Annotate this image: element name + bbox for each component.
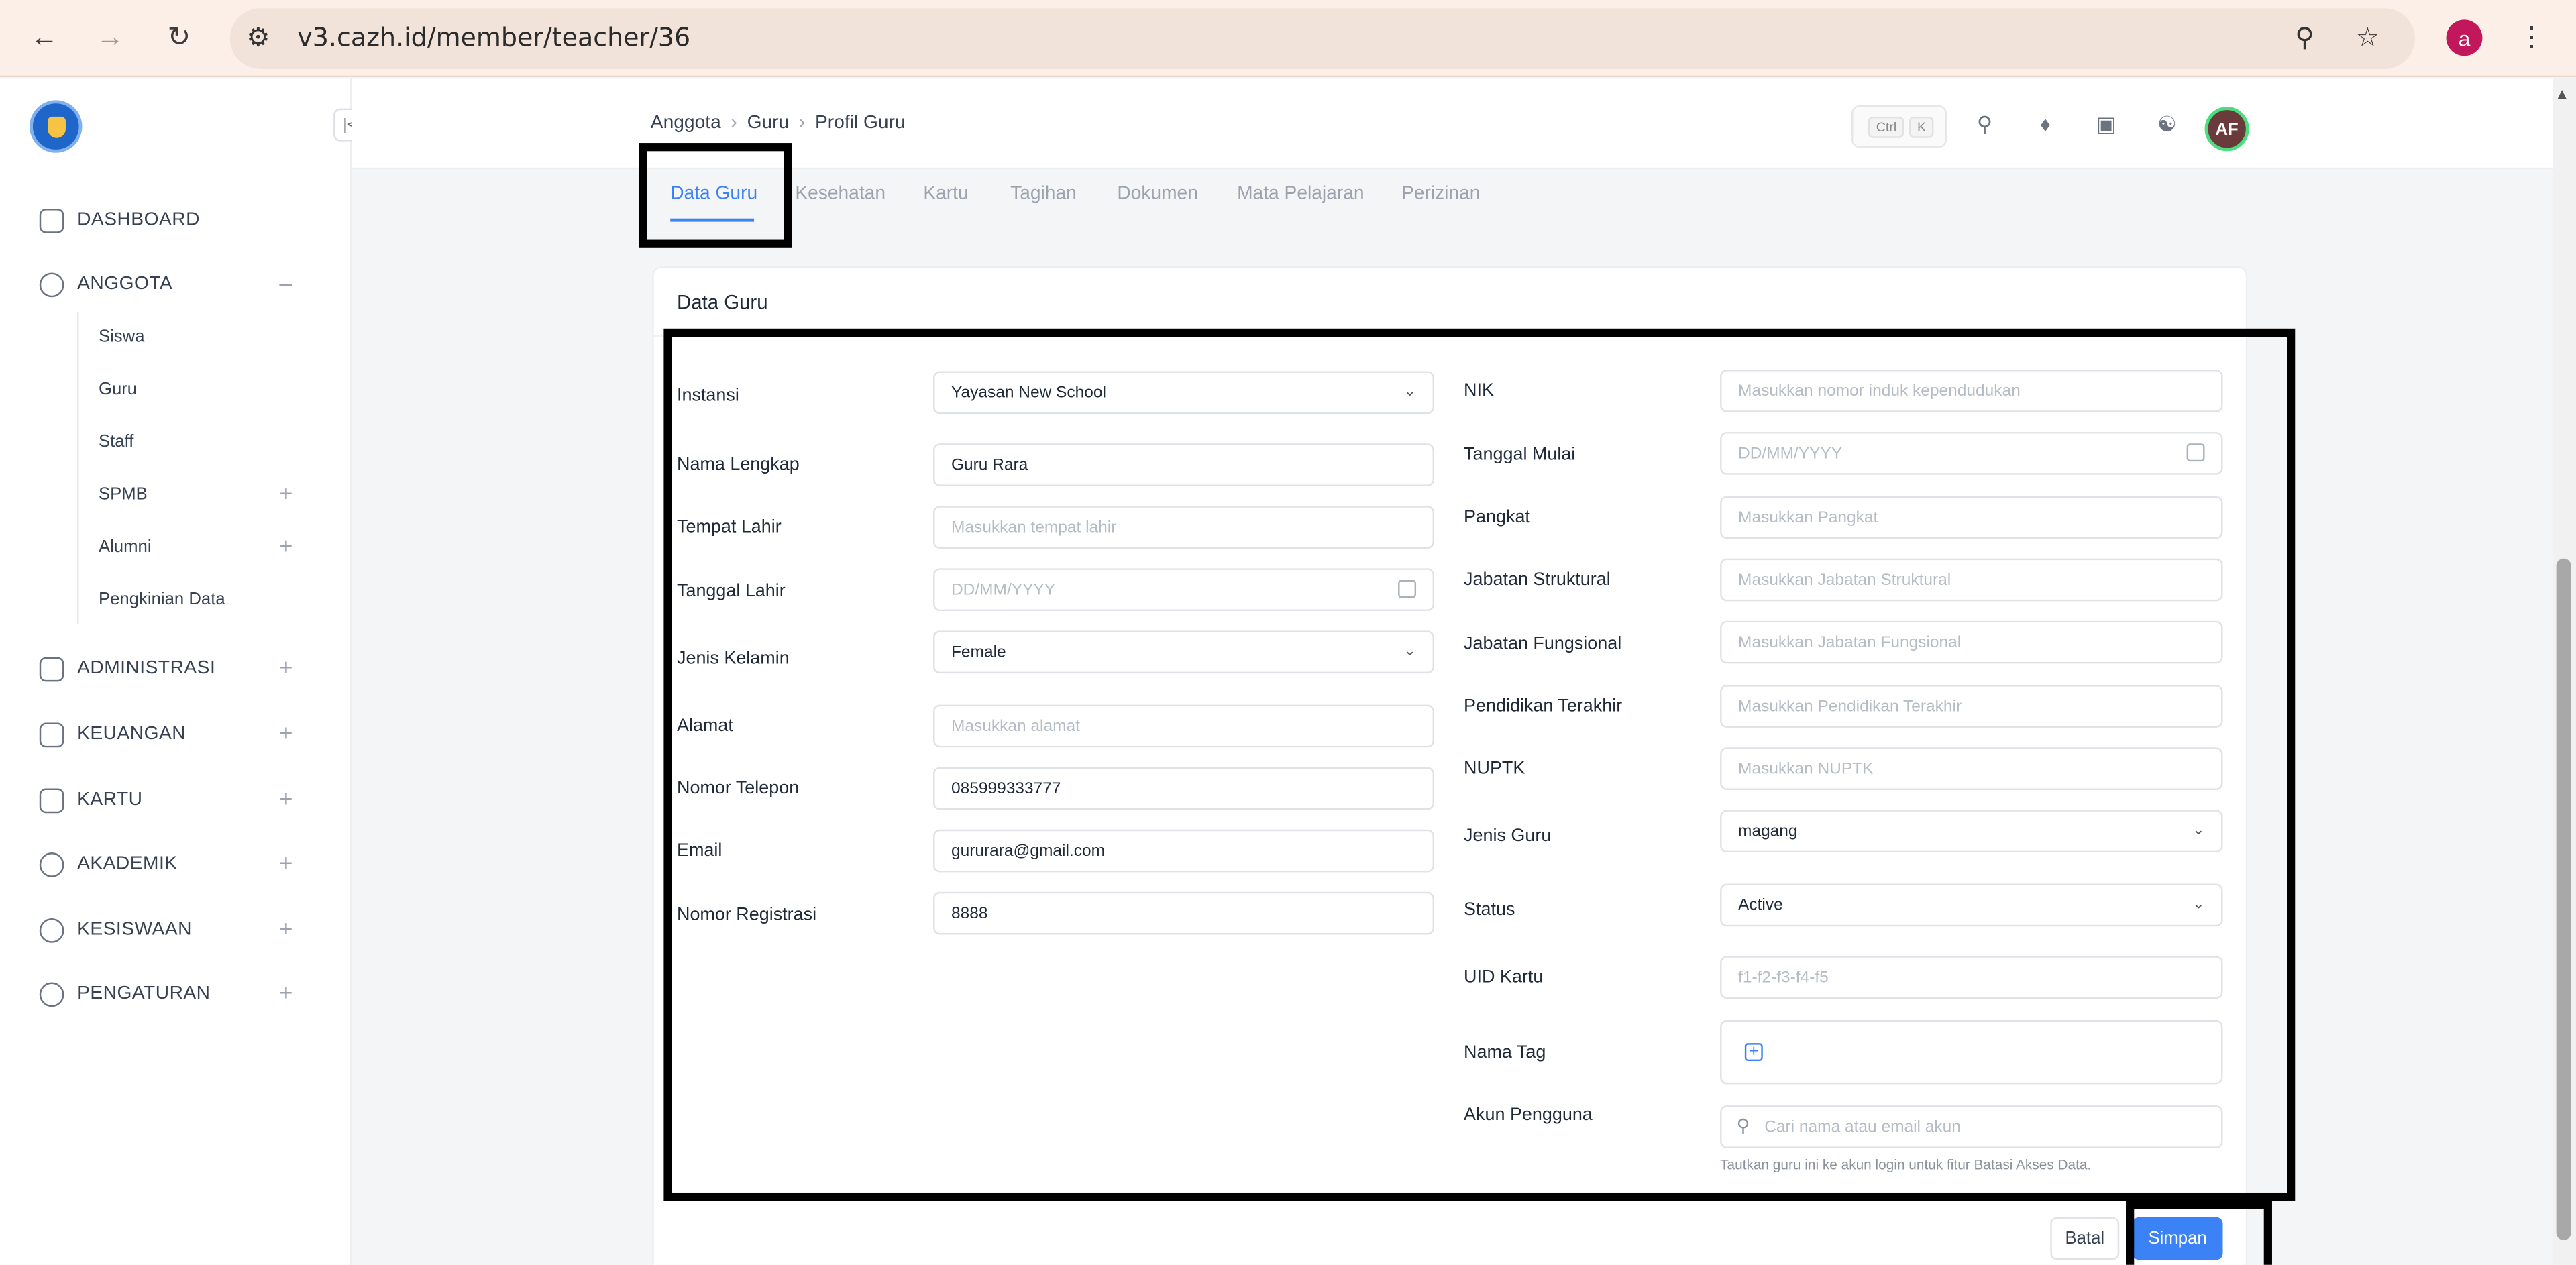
badge-icon bbox=[39, 918, 64, 943]
zoom-icon[interactable]: ⚲ bbox=[2295, 21, 2314, 54]
highlight-form bbox=[663, 328, 2296, 1201]
address-bar[interactable]: ⚙ v3.cazh.id/member/teacher/36 ⚲ ☆ bbox=[229, 8, 2416, 69]
expand-icon[interactable]: + bbox=[279, 915, 292, 941]
bookmark-star-icon[interactable]: ☆ bbox=[2356, 21, 2379, 54]
cancel-button[interactable]: Batal bbox=[2050, 1217, 2120, 1260]
expand-icon[interactable]: + bbox=[279, 720, 292, 746]
card-icon bbox=[39, 788, 64, 814]
search-icon[interactable]: ⚲ bbox=[1973, 113, 1996, 136]
expand-icon[interactable]: + bbox=[279, 849, 292, 875]
academic-icon bbox=[39, 852, 64, 877]
bell-icon[interactable]: ♦ bbox=[2034, 113, 2057, 136]
scroll-up-icon[interactable]: ▲ bbox=[2555, 85, 2569, 101]
money-icon bbox=[39, 722, 64, 748]
sidebar-item-label: DASHBOARD bbox=[77, 210, 200, 230]
collapse-icon[interactable]: – bbox=[279, 270, 292, 296]
sidebar-item-pengaturan[interactable]: PENGATURAN + bbox=[0, 976, 329, 1015]
tab-kesehatan[interactable]: Kesehatan bbox=[795, 184, 885, 203]
sidebar-item-label: KEUANGAN bbox=[77, 724, 186, 745]
scrollbar-thumb[interactable] bbox=[2556, 558, 2571, 1240]
grid-icon bbox=[39, 209, 64, 233]
sidebar: |< DASHBOARD ANGGOTA – Siswa Guru Staff … bbox=[0, 78, 367, 1265]
sidebar-item-label: AKADEMIK bbox=[77, 854, 178, 874]
card-title: Data Guru bbox=[676, 290, 768, 314]
school-logo[interactable] bbox=[30, 100, 83, 153]
sidebar-subitem-spmb[interactable]: SPMB bbox=[99, 484, 148, 504]
expand-icon[interactable]: + bbox=[279, 979, 292, 1005]
folder-icon bbox=[39, 657, 64, 682]
breadcrumb-guru[interactable]: Guru bbox=[747, 113, 790, 133]
tab-dokumen[interactable]: Dokumen bbox=[1117, 184, 1198, 203]
tab-kartu[interactable]: Kartu bbox=[923, 184, 968, 203]
highlight-tab bbox=[639, 143, 792, 248]
browser-profile-avatar[interactable]: a bbox=[2446, 19, 2483, 56]
browser-toolbar: ← → ↻ ⚙ v3.cazh.id/member/teacher/36 ⚲ ☆… bbox=[0, 0, 2576, 78]
forward-arrow-icon[interactable]: → bbox=[89, 16, 131, 59]
user-avatar[interactable]: AF bbox=[2204, 107, 2249, 152]
sidebar-subitem-staff[interactable]: Staff bbox=[99, 432, 133, 451]
back-arrow-icon[interactable]: ← bbox=[23, 16, 66, 59]
sidebar-item-label: KARTU bbox=[77, 789, 143, 810]
tab-mata-pelajaran[interactable]: Mata Pelajaran bbox=[1237, 184, 1364, 203]
submenu-line bbox=[77, 312, 79, 624]
sidebar-item-akademik[interactable]: AKADEMIK + bbox=[0, 846, 329, 885]
sidebar-item-administrasi[interactable]: ADMINISTRASI + bbox=[0, 651, 329, 690]
kebab-menu-icon[interactable]: ⋮ bbox=[2510, 16, 2553, 59]
sidebar-item-label: ANGGOTA bbox=[77, 274, 173, 294]
sidebar-item-label: KESISWAAN bbox=[77, 920, 192, 940]
expand-icon[interactable]: + bbox=[279, 532, 292, 558]
monitor-icon[interactable]: ▣ bbox=[2094, 113, 2117, 136]
sidebar-subitem-siswa[interactable]: Siswa bbox=[99, 327, 145, 346]
headset-icon[interactable]: ☯ bbox=[2155, 113, 2178, 136]
sidebar-item-dashboard[interactable]: DASHBOARD bbox=[0, 202, 329, 241]
sidebar-item-keuangan[interactable]: KEUANGAN + bbox=[0, 716, 329, 756]
users-icon bbox=[39, 272, 64, 298]
chevron-right-icon: › bbox=[731, 113, 737, 133]
kbd-ctrl: Ctrl bbox=[1868, 116, 1905, 138]
expand-icon[interactable]: + bbox=[279, 480, 292, 506]
sidebar-subitem-pengkinian-data[interactable]: Pengkinian Data bbox=[99, 590, 225, 609]
sidebar-item-label: PENGATURAN bbox=[77, 983, 211, 1004]
sidebar-subitem-guru[interactable]: Guru bbox=[99, 380, 137, 399]
breadcrumb-profil-guru: Profil Guru bbox=[815, 113, 906, 133]
gear-icon bbox=[39, 982, 64, 1007]
expand-icon[interactable]: + bbox=[279, 785, 292, 812]
sidebar-item-anggota[interactable]: ANGGOTA – bbox=[0, 266, 329, 306]
tab-tagihan[interactable]: Tagihan bbox=[1010, 184, 1077, 203]
breadcrumb-anggota[interactable]: Anggota bbox=[651, 113, 721, 133]
sidebar-item-kartu[interactable]: KARTU + bbox=[0, 782, 329, 822]
command-search-shortcut[interactable]: Ctrl K bbox=[1851, 105, 1947, 148]
expand-icon[interactable]: + bbox=[279, 654, 292, 680]
sidebar-subitem-alumni[interactable]: Alumni bbox=[99, 537, 152, 557]
tab-perizinan[interactable]: Perizinan bbox=[1401, 184, 1480, 203]
site-settings-icon[interactable]: ⚙ bbox=[246, 21, 270, 54]
kbd-k: K bbox=[1909, 116, 1935, 138]
chevron-right-icon: › bbox=[798, 113, 806, 133]
url-text: v3.cazh.id/member/teacher/36 bbox=[297, 23, 691, 53]
screen: ← → ↻ ⚙ v3.cazh.id/member/teacher/36 ⚲ ☆… bbox=[0, 0, 2576, 1265]
breadcrumb: Anggota › Guru › Profil Guru bbox=[651, 113, 906, 133]
sidebar-item-label: ADMINISTRASI bbox=[77, 659, 216, 679]
sidebar-item-kesiswaan[interactable]: KESISWAAN + bbox=[0, 912, 329, 951]
reload-icon[interactable]: ↻ bbox=[158, 16, 201, 59]
highlight-save bbox=[2126, 1201, 2272, 1265]
